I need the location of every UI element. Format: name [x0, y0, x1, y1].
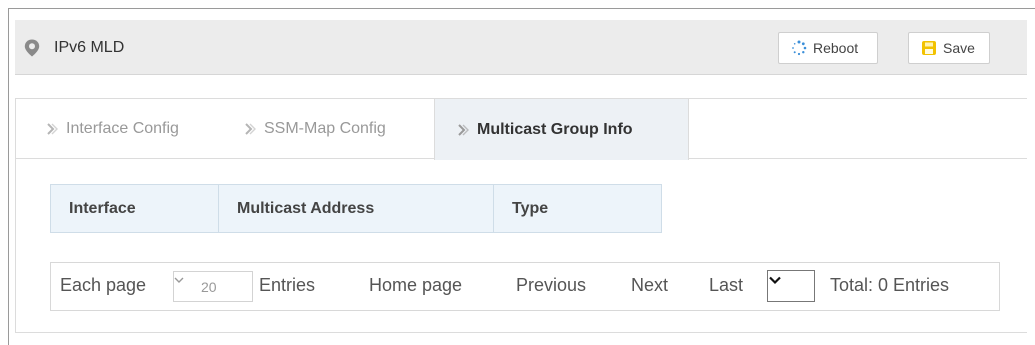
home-page-link[interactable]: Home page: [369, 275, 462, 296]
tab-ssm-map-config[interactable]: SSM-Map Config: [244, 99, 386, 159]
location-pin-icon: [24, 39, 40, 57]
tab-label: Multicast Group Info: [477, 120, 633, 138]
save-button[interactable]: Save: [908, 32, 990, 64]
chevron-down-icon: [769, 276, 781, 285]
pagination-bar: Each page 20 Entries Home page Previous …: [50, 262, 1000, 311]
column-header-multicast-address[interactable]: Multicast Address: [218, 184, 494, 233]
save-label: Save: [943, 40, 975, 56]
page-size-value: 20: [201, 279, 217, 295]
double-chevron-right-icon: [245, 123, 256, 135]
page-number-select[interactable]: [767, 270, 815, 302]
column-header-interface[interactable]: Interface: [50, 184, 219, 233]
tab-label: SSM-Map Config: [264, 120, 386, 137]
total-entries-label: Total: 0 Entries: [830, 275, 950, 295]
last-link[interactable]: Last: [709, 275, 743, 296]
spinner-icon: [792, 40, 807, 56]
double-chevron-right-icon: [458, 123, 469, 136]
multicast-group-table: Interface Multicast Address Type: [50, 184, 662, 233]
floppy-disk-icon: [922, 41, 936, 55]
previous-link[interactable]: Previous: [516, 275, 586, 296]
column-header-type[interactable]: Type: [493, 184, 662, 233]
page-title: IPv6 MLD: [54, 39, 125, 56]
page-size-select[interactable]: 20: [173, 271, 253, 302]
chevron-down-icon: [174, 277, 184, 283]
each-page-label: Each page: [60, 275, 147, 295]
tab-multicast-group-info[interactable]: Multicast Group Info: [434, 99, 689, 160]
tab-label: Interface Config: [66, 120, 179, 137]
reboot-label: Reboot: [813, 40, 859, 56]
entries-label: Entries: [259, 275, 316, 295]
tab-interface-config[interactable]: Interface Config: [46, 99, 179, 159]
reboot-button[interactable]: Reboot: [778, 32, 878, 64]
next-link[interactable]: Next: [631, 275, 668, 296]
double-chevron-right-icon: [47, 123, 58, 135]
